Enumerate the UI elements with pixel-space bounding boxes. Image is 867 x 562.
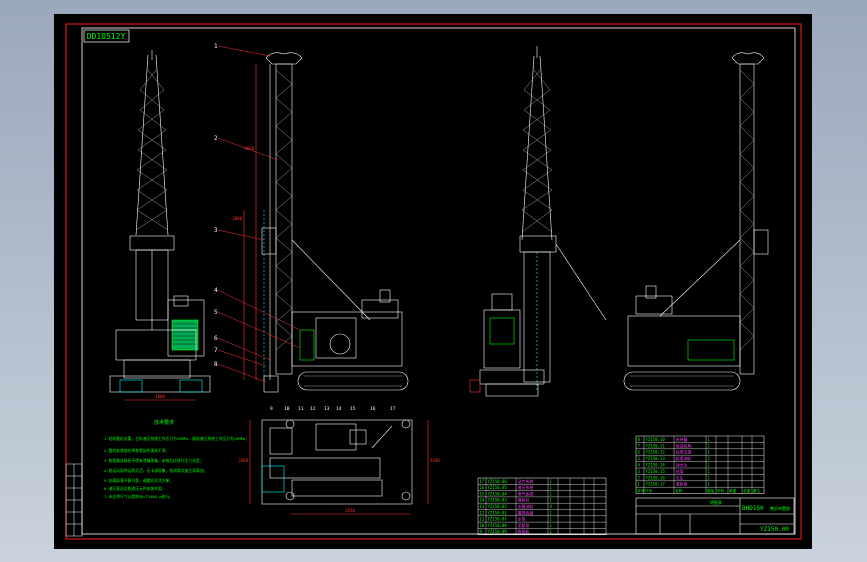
bom-right-cell-code: YZ150.16: [646, 475, 666, 480]
bom-left-cell-no: 10: [480, 523, 485, 528]
bom-left-cell-no: 13: [480, 504, 485, 509]
note-4: 4.各运动部件运转灵活，无卡滞现象，各润滑点加注润滑油；: [104, 468, 207, 473]
bom-left-cell-name: 履带底盘: [518, 509, 534, 515]
bom-right-cell-code: YZ150.11: [646, 443, 666, 448]
bom-left-cell-no: 17: [480, 479, 485, 484]
bom-right-cell-name: 夹持器: [676, 436, 688, 442]
callout-10: 10: [284, 406, 290, 412]
bom-left-cell-name: 卷扬机: [518, 528, 530, 534]
dim-label-3: 2800: [232, 216, 242, 221]
bom-left-cell-name: 泥浆泵: [518, 522, 530, 528]
bom-left-cell-no: 16: [480, 485, 485, 490]
bom-left-cell-name: 液压系统: [518, 484, 534, 490]
bom-left-cell-code: YZ150.08: [488, 523, 508, 528]
bom-left-cell-code: YZ150.03: [488, 498, 508, 503]
notes-title: 技术要求: [154, 419, 174, 426]
bom-right-cell-name: 给进机构: [676, 442, 692, 448]
bom-right-cell-name: 起塔油缸: [676, 455, 692, 461]
bom-right-cell-code: YZ150.10: [646, 437, 666, 442]
bom-right-header-cell: 材料: [717, 488, 725, 493]
dim-label-6: 2650: [345, 508, 355, 513]
note-7: 7.未注明尺寸公差按GB/T1804-m执行。: [104, 494, 173, 499]
title-drawing-number: YZ150.00: [760, 526, 789, 533]
cad-viewport[interactable]: DD10512Y 1800 9600 2800 1 2 3 4 5 6 7 8 …: [0, 0, 867, 562]
callout-12: 12: [310, 406, 316, 412]
bom-left-cell-name: 支腿油缸: [518, 503, 534, 509]
bom-left-cell-no: 14: [480, 498, 485, 503]
callout-6: 6: [214, 335, 218, 342]
title-part-subtitle: 整机布置图: [770, 505, 790, 511]
drawing-sheet: DD10512Y 1800 9600 2800 1 2 3 4 5 6 7 8 …: [54, 14, 812, 549]
callout-11: 11: [298, 406, 304, 412]
bom-right-cell-name: 钻塔支架: [676, 449, 692, 455]
bom-left-cell-name: 操纵台: [518, 497, 530, 503]
bom-left-cell-name: 动力系统: [518, 478, 534, 484]
bom-right-cell-name: 钻塔: [676, 468, 684, 474]
bom-right-cell-name: 天车: [676, 474, 684, 480]
callout-17: 17: [390, 406, 396, 412]
bom-right-cell-code: YZ150.17: [646, 482, 666, 487]
callout-13: 13: [324, 406, 330, 412]
frame-code-box: DD10512Y: [83, 29, 130, 43]
note-3: 3.各管路连接处不得有泄漏现象，安装后应进行压力试验；: [104, 458, 204, 463]
callout-5: 5: [214, 309, 218, 316]
bom-left-cell-name: 水泵: [518, 516, 526, 522]
bom-right-header-cell: 备注: [753, 488, 761, 493]
bom-left-cell-name: 电气系统: [518, 490, 534, 496]
bom-right-cell-code: YZ150.12: [646, 450, 666, 455]
bom-right-cell-code: YZ150.14: [646, 463, 666, 468]
frame-code: DD10512Y: [87, 32, 126, 41]
bom-right-cell-name: 动力头: [676, 462, 688, 468]
callout-1: 1: [214, 43, 218, 50]
bom-left-cell-code: YZ150.04: [488, 491, 508, 496]
callout-16: 16: [370, 406, 376, 412]
bom-right-header-cell: 名称: [675, 488, 683, 493]
note-5: 5.钻塔起落平稳可靠，调整应灵活方便；: [104, 478, 173, 483]
bom-left-cell-code: YZ150.02: [488, 504, 508, 509]
dim-label-4: 2600: [238, 458, 248, 463]
title-table-label: 明细表: [710, 499, 722, 505]
callout-2: 2: [214, 135, 218, 142]
bom-right-header-cell: 单重: [729, 488, 737, 493]
dim-label-5: 3440: [430, 458, 440, 463]
bom-left-cell-code: YZ150.09: [488, 529, 508, 534]
dim-label-2: 9600: [244, 146, 254, 151]
bom-right-header-cell: 序号: [637, 488, 645, 493]
callout-7: 7: [214, 347, 218, 354]
note-6: 6.液压泵站及各液压元件安装牢固；: [104, 486, 166, 491]
callout-9: 9: [270, 406, 273, 412]
callout-4: 4: [214, 287, 218, 294]
bom-right-header-cell: 总重: [743, 488, 751, 493]
bom-left-cell-code: YZ150.05: [488, 485, 508, 490]
bom-left-cell-code: YZ150.06: [488, 479, 508, 484]
dim-label-1: 1800: [155, 394, 165, 399]
bom-left-cell-no: 15: [480, 491, 485, 496]
bom-right-cell-code: YZ150.15: [646, 469, 666, 474]
bom-right-cell-code: YZ150.13: [646, 456, 666, 461]
callout-8: 8: [214, 361, 218, 368]
callout-14: 14: [336, 406, 342, 412]
callout-3: 3: [214, 227, 218, 234]
note-1: 1.钻机整机总重，主机液压系统工作压力为35MPa，副机液压系统工作压力为15M…: [104, 436, 249, 441]
title-part-name: BHD150: [742, 505, 764, 512]
bom-left-cell-code: YZ150.07: [488, 517, 508, 522]
bom-right-header-cell: 代号: [645, 488, 653, 493]
bom-right-header-cell: 数量: [707, 488, 715, 493]
bom-left-cell-no: 11: [480, 517, 485, 522]
callout-15: 15: [350, 406, 356, 412]
note-2: 2.整机安装前应将各零部件清洗干净；: [104, 448, 169, 453]
bom-left-cell-code: YZ150.01: [488, 510, 508, 515]
bom-right-cell-name: 滑轮组: [676, 481, 688, 487]
bom-left-cell-no: 12: [480, 510, 485, 515]
